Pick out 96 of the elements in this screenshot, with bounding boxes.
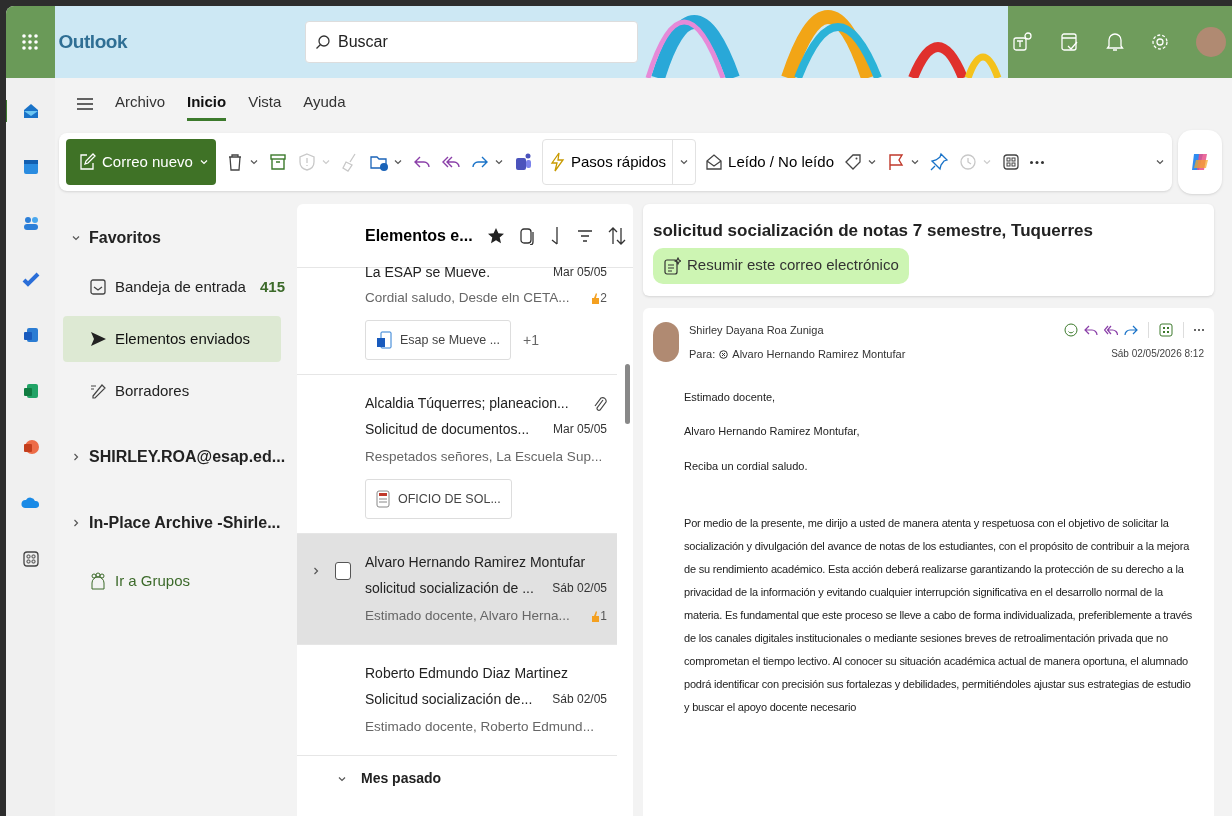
quick-steps-button[interactable]: Pasos rápidos xyxy=(542,139,697,185)
attachment-chip[interactable]: OFICIO DE SOL... xyxy=(365,479,512,519)
attachment-chip[interactable]: Esap se Mueve ... xyxy=(365,320,512,360)
sender-name: La ESAP se Mueve. xyxy=(365,262,491,282)
calendar-check-icon xyxy=(1060,32,1080,52)
summarize-button[interactable]: Resumir este correo electrónico xyxy=(653,247,909,284)
email-paragraph: Estimado docente, xyxy=(684,389,777,405)
people-group-icon xyxy=(89,572,107,591)
ribbon-tab[interactable]: Vista xyxy=(248,87,282,121)
chevron-down-icon xyxy=(679,157,690,167)
message-row[interactable]: Alvaro Hernando Ramirez Montufar solicitud socialización de ... Sáb 02/05 Estimado docente, Alvaro Herna... 1 xyxy=(297,534,617,645)
sparkle-document-icon xyxy=(663,256,681,275)
message-preview: Estimado docente, Alvaro Herna... xyxy=(365,606,570,625)
teams-icon xyxy=(1012,31,1034,53)
sender-name: Roberto Edmundo Diaz Martinez xyxy=(365,663,569,683)
compose-icon xyxy=(78,153,96,171)
message-preview: Cordial saludo, Desde eln CETA... xyxy=(365,288,570,307)
chevron-right-icon xyxy=(71,452,81,462)
recipient-name: Alvaro Hernando Ramirez Montufar xyxy=(732,347,906,362)
ribbon-tab[interactable]: Archivo xyxy=(115,87,166,121)
message-date: Sáb 02/05 xyxy=(552,691,607,708)
app-launcher-icon xyxy=(22,34,39,50)
notifications-icon xyxy=(1106,32,1124,52)
reaction-count: 1 xyxy=(591,607,607,625)
expand-toggle[interactable] xyxy=(311,566,321,576)
chevron-right-icon xyxy=(71,518,81,528)
message-subject: Solicitud de documentos... xyxy=(365,419,530,439)
go-to-groups-link[interactable]: Ir a Grupos xyxy=(63,570,281,593)
message-date: Sáb 02/05 xyxy=(552,580,607,597)
ribbon-tab[interactable]: Ayuda xyxy=(303,87,346,121)
scrollbar[interactable] xyxy=(625,364,630,424)
star-icon xyxy=(486,226,505,245)
sort-icon xyxy=(606,225,627,246)
settings-icon xyxy=(1150,32,1170,52)
search-field[interactable]: Buscar xyxy=(305,21,638,63)
apps-icon xyxy=(20,549,41,569)
filter-icon xyxy=(576,228,593,243)
thumbs-up-icon xyxy=(591,610,600,622)
sender-name: Shirley Dayana Roa Zuniga xyxy=(689,322,825,338)
inbox-icon xyxy=(89,278,107,296)
lightning-icon xyxy=(549,152,565,172)
chevron-down-icon xyxy=(321,157,331,167)
email-paragraph: Por medio de la presente, me dirijo a usted de manera atenta y respetuosa con el objetivo de solicitar la socialización y divulgación del avance de notas de los estudiantes, con el propósito de contribuir a la mejora de su rendimiento académico. Esta acción deberá realizarse garantizando la protección de su derecho a la privacidad de la información y evitando cualquier interrupción significativa en el desarrollo normal de la materia. Es fundamental que este proceso se lleve a cabo de forma individualizada, preferiblemente a través de los canales digitales institucionales o mediante sesiones breves de retroalimentación privada que no comprometan el tiempo lectivo. Al conocer su situación académica actual de manera oportuna, el alumnado podrá identificar con precisión sus fortalezas y debilidades, permitiéndoles ajustar sus estrategias de estudio y buscar el apoyo docente necesario xyxy=(684,516,1194,715)
chevron-down-icon xyxy=(1155,157,1165,167)
chevron-down-icon xyxy=(198,157,209,167)
read-unread-button[interactable]: Leído / No leído xyxy=(705,147,834,177)
chevron-down-icon xyxy=(910,157,920,167)
chevron-down-icon xyxy=(393,157,403,167)
message-row[interactable]: La ESAP se Mueve. Mar 05/05 Cordial saludo, Desde eln CETA... 2 Esap se Mueve ... +1 xyxy=(297,260,617,375)
copilot-button[interactable] xyxy=(1178,130,1222,194)
email-datetime: Sáb 02/05/2026 8:12 xyxy=(1111,346,1204,361)
row-checkbox[interactable] xyxy=(335,562,351,580)
reaction-count: 2 xyxy=(591,289,607,307)
send-icon xyxy=(89,330,107,348)
chevron-down-icon xyxy=(982,157,992,167)
message-date: Mar 05/05 xyxy=(552,264,607,281)
pdf-document-icon xyxy=(376,490,390,508)
thumbs-up-icon xyxy=(591,292,600,304)
open-envelope-icon xyxy=(705,153,724,171)
chevron-down-icon xyxy=(494,157,504,167)
folder-title: Elementos e... xyxy=(365,225,473,246)
chevron-right-icon xyxy=(311,566,321,576)
copy-icon xyxy=(518,226,535,245)
to-label: Para: xyxy=(689,347,716,362)
folder-item[interactable]: Elementos enviados xyxy=(63,316,281,362)
message-preview: Respetados señores, La Escuela Sup... xyxy=(365,447,603,466)
email-paragraph: Alvaro Hernando Ramirez Montufar, xyxy=(684,424,861,439)
sender-avatar xyxy=(653,321,679,362)
unread-count: 415 xyxy=(259,276,285,297)
favorites-header[interactable]: Favoritos xyxy=(63,218,281,258)
more-icon xyxy=(1194,328,1204,331)
apps-icon xyxy=(1159,322,1173,337)
chevron-down-icon xyxy=(71,233,81,243)
blocked-icon xyxy=(719,349,729,359)
chevron-down-icon xyxy=(867,157,877,167)
app-name: Outlook xyxy=(58,29,127,54)
message-subject: solicitud socialización de ... xyxy=(365,578,534,598)
account-folder[interactable]: In-Place Archive -Shirle... xyxy=(63,500,281,546)
section-header[interactable]: Mes pasado xyxy=(297,756,617,789)
message-subject: Solicitud socialización de... xyxy=(365,689,533,709)
sender-name: Alvaro Hernando Ramirez Montufar xyxy=(365,552,586,572)
more-attachments-count: +1 xyxy=(523,330,540,350)
message-row[interactable]: Roberto Edmundo Diaz Martinez Solicitud socialización de... Sáb 02/05 Estimado docente, Roberto Edmund... xyxy=(297,645,617,756)
new-mail-label: Correo nuevo xyxy=(102,151,193,172)
pencil-icon xyxy=(89,382,107,400)
message-preview: Estimado docente, Roberto Edmund... xyxy=(365,717,594,736)
email-subject: solicitud socialización de notas 7 semestre, Tuquerres xyxy=(653,220,1094,242)
folder-item[interactable]: Borradores xyxy=(63,368,281,414)
message-date: Mar 05/05 xyxy=(552,421,607,438)
new-mail-button[interactable]: Correo nuevo xyxy=(66,139,216,185)
email-paragraph: Reciba un cordial saludo. xyxy=(684,458,809,474)
chevron-down-icon xyxy=(249,157,259,167)
emoji-icon xyxy=(1064,322,1078,337)
menu-icon xyxy=(77,97,93,111)
ribbon-tab[interactable]: Inicio xyxy=(187,87,227,121)
sender-name: Alcaldia Túquerres; planeacion... xyxy=(365,393,569,413)
